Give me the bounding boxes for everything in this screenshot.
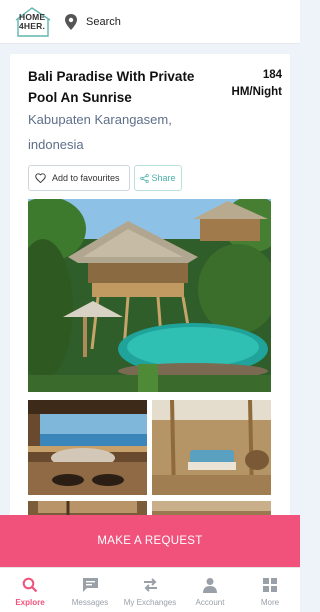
nav-label-messages: Messages: [71, 597, 109, 607]
heart-icon: [35, 173, 46, 183]
grid-icon: [263, 577, 277, 592]
listing-location: Kabupaten Karangasem, indonesia: [28, 112, 172, 152]
account-icon: [203, 577, 217, 593]
share-label: Share: [151, 173, 176, 183]
nav-item-explore[interactable]: Explore: [0, 568, 60, 612]
add-to-favourites-button[interactable]: Add to favourites: [28, 165, 130, 191]
listing-title: Bali Paradise With Private Pool An Sunri…: [28, 69, 195, 105]
listing-photo-thumbnail[interactable]: [28, 400, 147, 495]
make-a-request-button[interactable]: MAKE A REQUEST: [0, 515, 300, 567]
listing-photo-thumbnail[interactable]: [152, 400, 271, 495]
favourite-label: Add to favourites: [52, 173, 120, 183]
logo-text: HOME 4HER.: [19, 11, 46, 31]
listing-card: Bali Paradise With Private Pool An Sunri…: [10, 54, 290, 524]
share-icon: [140, 173, 150, 183]
nav-item-more[interactable]: More: [240, 568, 300, 612]
nav-label-account: Account: [195, 597, 225, 607]
exchange-icon: [143, 577, 157, 592]
search-icon: [22, 577, 38, 592]
listing-price: 184 HM/Night: [212, 67, 282, 101]
main-listing-photo[interactable]: [28, 199, 271, 392]
nav-item-account[interactable]: Account: [180, 568, 240, 612]
top-bar: HOME 4HER. Search: [0, 0, 300, 44]
nav-label-more: More: [260, 597, 280, 607]
home4her-logo[interactable]: HOME 4HER.: [14, 6, 56, 38]
bottom-navigation: Explore Messages My Exchanges Account Mo…: [0, 567, 300, 612]
nav-item-messages[interactable]: Messages: [60, 568, 120, 612]
price-unit: HM/Night: [231, 86, 282, 98]
location-pin-icon: [65, 13, 77, 30]
nav-item-my-exchanges[interactable]: My Exchanges: [120, 568, 180, 612]
search-bar[interactable]: Search: [64, 13, 121, 30]
nav-label-my-exchanges: My Exchanges: [123, 597, 177, 607]
price-value: 184: [262, 69, 282, 81]
nav-label-explore: Explore: [15, 597, 45, 607]
message-icon: [82, 577, 98, 592]
search-label: Search: [86, 15, 121, 28]
share-button[interactable]: Share: [134, 165, 182, 191]
